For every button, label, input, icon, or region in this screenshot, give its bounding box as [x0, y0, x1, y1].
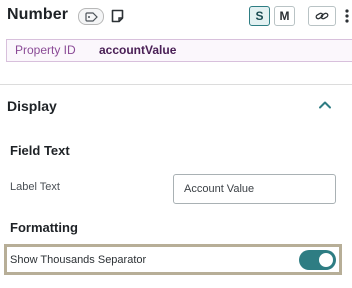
formatting-heading: Formatting [10, 220, 78, 235]
tag-icon [84, 11, 98, 22]
thousands-separator-toggle[interactable] [299, 250, 336, 270]
property-id-value[interactable]: accountValue [99, 43, 176, 57]
size-m-button[interactable]: M [274, 6, 295, 26]
tag-button[interactable] [78, 8, 104, 25]
link-icon [315, 12, 329, 20]
link-button[interactable] [308, 6, 336, 26]
more-options-button[interactable] [343, 8, 351, 24]
more-vertical-icon [345, 9, 349, 23]
divider [0, 84, 352, 85]
toggle-knob [319, 253, 333, 267]
display-section-title[interactable]: Display [7, 98, 57, 114]
note-button[interactable] [110, 8, 124, 23]
size-s-button[interactable]: S [249, 6, 270, 26]
label-text-label: Label Text [10, 181, 60, 193]
field-text-heading: Field Text [10, 143, 70, 158]
note-icon [111, 9, 123, 22]
property-id-label: Property ID [15, 43, 76, 57]
label-text-input[interactable] [173, 174, 336, 204]
component-title: Number [7, 6, 69, 23]
thousands-separator-label: Show Thousands Separator [10, 254, 147, 266]
chevron-up-icon[interactable] [317, 97, 333, 113]
